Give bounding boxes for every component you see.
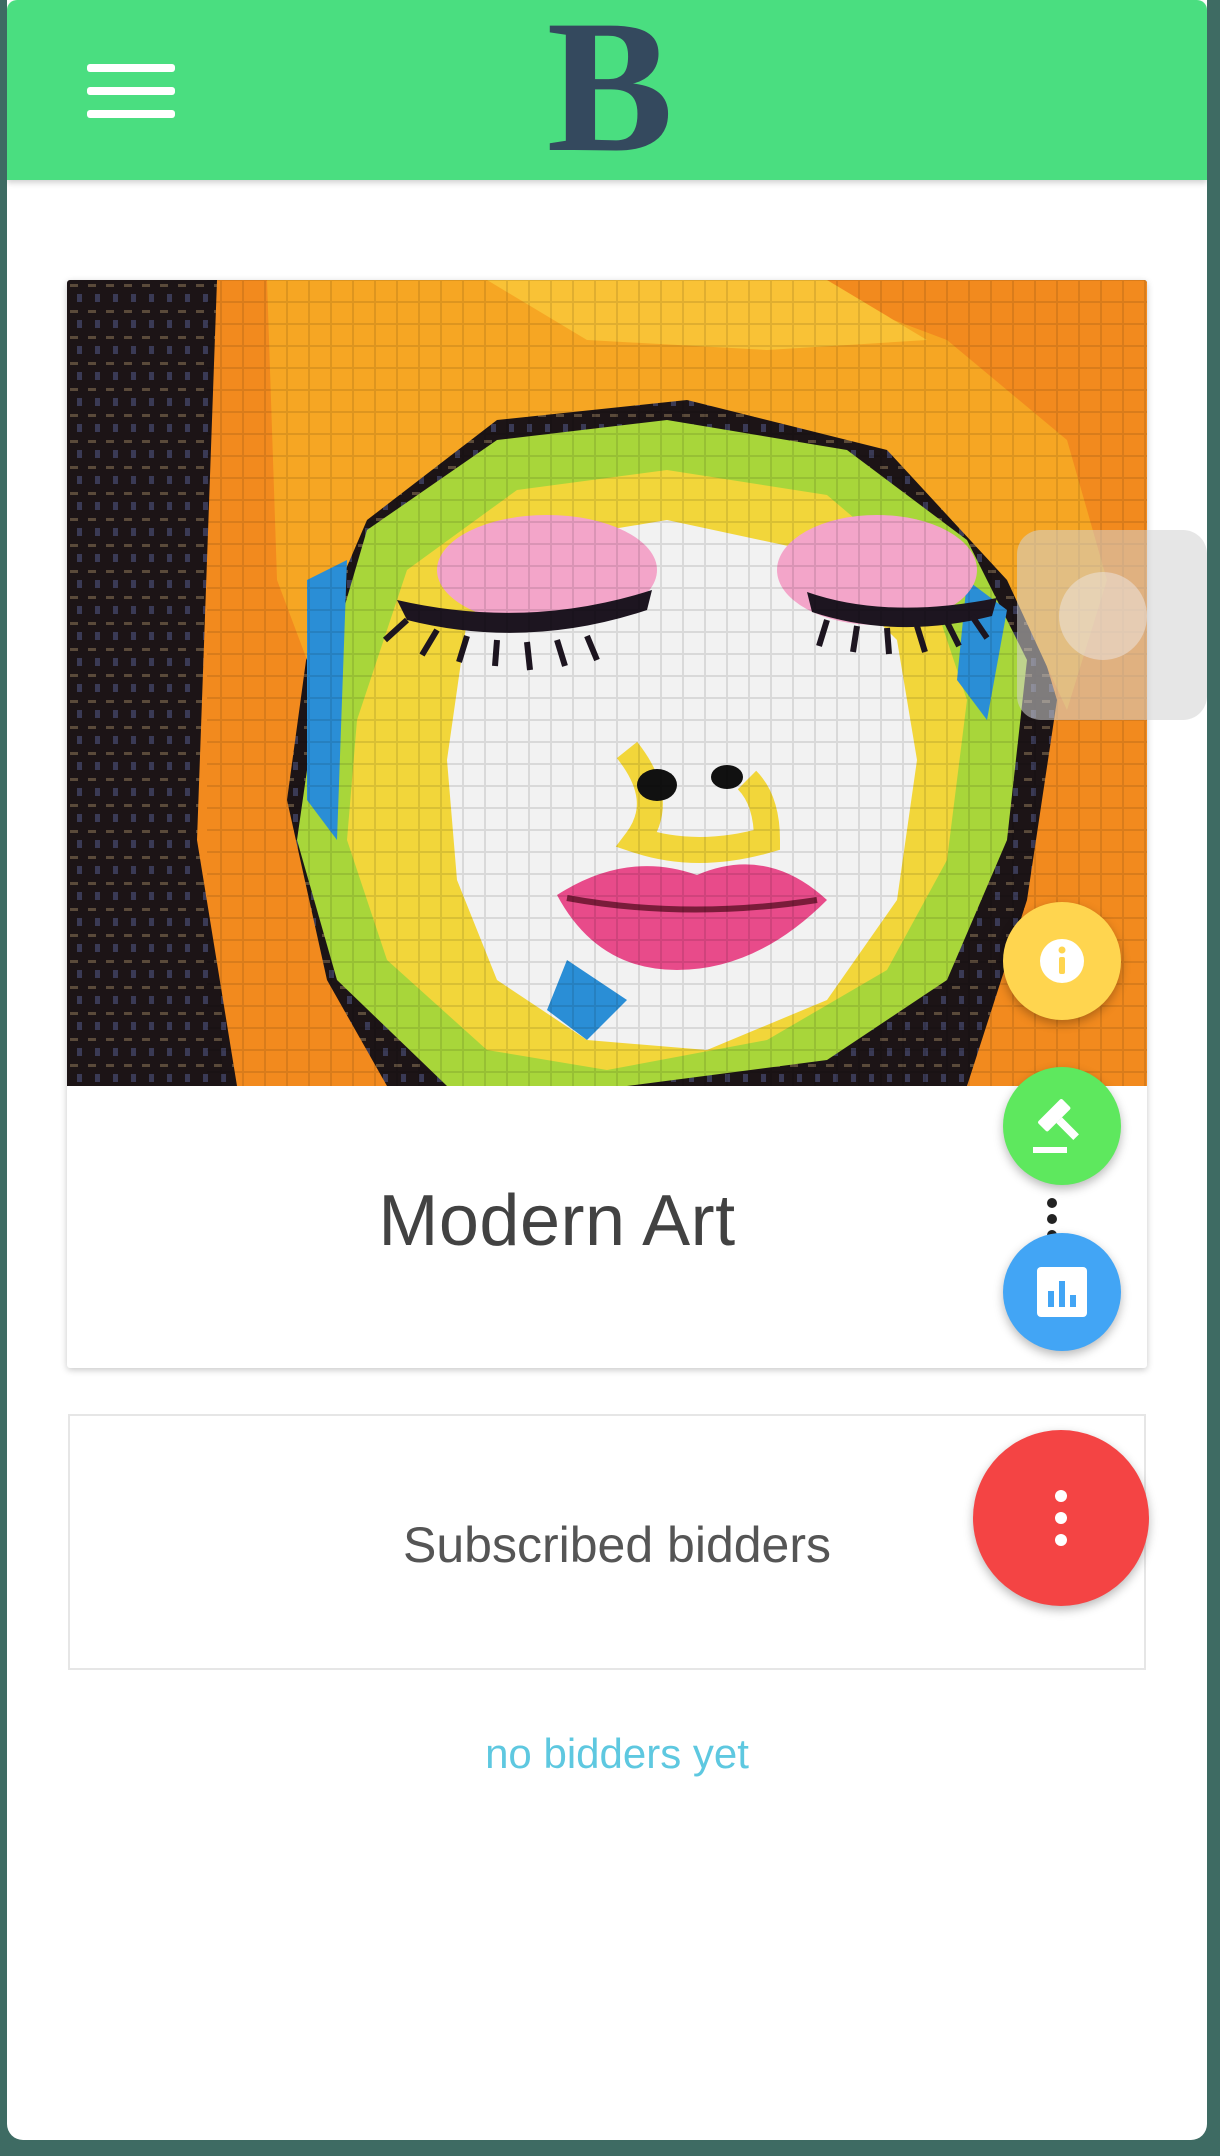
item-title: Modern Art (378, 1181, 736, 1261)
stats-button[interactable] (1003, 1233, 1121, 1351)
gavel-icon (1033, 1099, 1079, 1153)
info-icon (1040, 939, 1084, 983)
app-logo[interactable]: B (0, 0, 1220, 182)
bar-chart-icon (1037, 1267, 1087, 1317)
artwork-image (67, 280, 1147, 1086)
more-vertical-icon (1055, 1490, 1067, 1546)
no-bidders-message: no bidders yet (485, 1730, 749, 1777)
info-button[interactable] (1003, 902, 1121, 1020)
more-actions-button[interactable] (973, 1430, 1149, 1606)
screen: Modern Art Subscribed bidders no bidders… (7, 0, 1207, 2140)
art-card: Modern Art (67, 280, 1147, 1368)
bid-button[interactable] (1003, 1067, 1121, 1185)
drag-handle[interactable] (1017, 530, 1207, 720)
drag-knob[interactable] (1059, 572, 1147, 660)
